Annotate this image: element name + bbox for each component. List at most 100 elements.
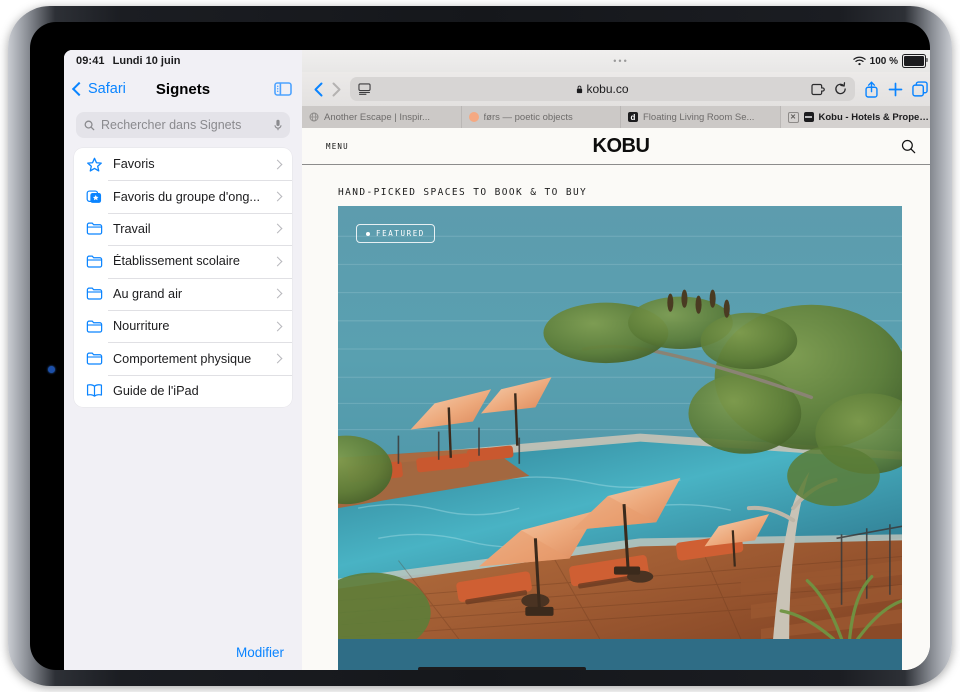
bookmark-label: Établissement scolaire (113, 254, 240, 269)
search-area: Rechercher dans Signets (64, 106, 302, 146)
bookmark-icon-wrap (84, 319, 104, 334)
search-icon (84, 120, 95, 130)
search-placeholder: Rechercher dans Signets (101, 118, 242, 132)
folder-icon (86, 320, 102, 333)
bookmark-row-0[interactable]: Favoris (74, 148, 292, 180)
page-tagline: HAND-PICKED SPACES TO BOOK & TO BUY (338, 187, 588, 198)
bookmark-row-5[interactable]: Nourriture (74, 309, 292, 342)
chevron-right-icon (272, 191, 283, 202)
site-logo[interactable]: KOBU (302, 135, 930, 158)
bookmark-label: Favoris (113, 157, 155, 172)
back-button[interactable] (314, 82, 323, 97)
browser-toolbar: kobu.co (302, 72, 930, 106)
hero-photo (338, 206, 902, 640)
bookmark-icon-wrap (84, 383, 104, 398)
device-bezel: 09:41 Lundi 10 juin Safari Signets Reche… (30, 22, 930, 670)
sidebar-nav-bar: Safari Signets (64, 72, 302, 106)
window-grabber[interactable]: ••• (302, 57, 930, 66)
ipad-screen: 09:41 Lundi 10 juin Safari Signets Reche… (64, 50, 930, 670)
site-menu-button[interactable]: MENU (326, 142, 349, 151)
tab-title: Floating Living Room Se... (643, 111, 755, 123)
bookmark-icon-wrap (84, 351, 104, 366)
browser-tab-2[interactable]: d Floating Living Room Se... (621, 106, 781, 128)
folder-icon (86, 352, 102, 365)
bookmark-icon-wrap (84, 157, 104, 172)
chevron-right-icon (272, 159, 283, 170)
folder-icon (86, 223, 102, 236)
reload-icon[interactable] (834, 82, 847, 96)
bookmark-label: Favoris du groupe d'ong... (113, 189, 261, 204)
letter-d-icon: d (628, 112, 638, 122)
share-icon[interactable] (864, 81, 879, 98)
bookmark-row-7[interactable]: Guide de l'iPad (74, 374, 292, 407)
status-bar-right: ••• 100 % (302, 50, 930, 72)
back-to-safari-button[interactable]: Safari (71, 81, 126, 97)
tab-close-icon[interactable]: ✕ (787, 111, 799, 123)
bookmark-icon-wrap (84, 254, 104, 269)
search-input[interactable]: Rechercher dans Signets (76, 112, 290, 138)
address-bar[interactable]: kobu.co (350, 77, 855, 101)
chevron-right-icon (272, 321, 283, 332)
web-page-content: MENU KOBU HAND-PICKED SPACES TO BOOK & T… (302, 128, 930, 670)
bookmark-icon-wrap (84, 286, 104, 301)
status-date: Lundi 10 juin (112, 55, 181, 67)
browser-tab-3[interactable]: ✕ Kobu - Hotels & Propert... (780, 106, 931, 128)
featured-badge-label: FEATURED (376, 229, 425, 238)
kobu-icon (803, 112, 814, 122)
sidebar-toggle-icon[interactable] (274, 82, 292, 96)
lock-icon (577, 85, 583, 93)
featured-badge: FEATURED (356, 224, 435, 243)
bookmark-label: Comportement physique (113, 351, 252, 366)
edit-bookmarks-button[interactable]: Modifier (236, 645, 284, 660)
ipad-device: 09:41 Lundi 10 juin Safari Signets Reche… (8, 6, 952, 686)
address-text-group: kobu.co (350, 82, 855, 96)
site-header: MENU KOBU (302, 128, 930, 165)
bookmark-label: Au grand air (113, 286, 183, 301)
bookmark-row-4[interactable]: Au grand air (74, 277, 292, 310)
bookmark-label: Guide de l'iPad (113, 383, 199, 398)
bookmark-row-3[interactable]: Établissement scolaire (74, 245, 292, 277)
bookmark-icon-wrap (84, 189, 104, 204)
browser-tab-0[interactable]: Another Escape | Inspir... (302, 106, 462, 128)
bezel-indicator-dot (48, 366, 55, 373)
folder-icon (86, 255, 102, 268)
bookmarks-sidebar: 09:41 Lundi 10 juin Safari Signets Reche… (64, 50, 302, 670)
browser-pane: ••• 100 % kobu.co Another Escape | Inspi… (302, 50, 930, 670)
home-indicator[interactable] (418, 667, 586, 670)
chevron-left-icon (71, 81, 87, 97)
status-time: 09:41 (76, 55, 105, 67)
battery-icon (902, 54, 928, 68)
extension-icon[interactable] (811, 83, 826, 96)
bookmark-icon-wrap (84, 221, 104, 236)
book-icon (86, 384, 102, 398)
microphone-icon[interactable] (274, 119, 282, 131)
browser-tab-1[interactable]: førs — poetic objects (462, 106, 621, 128)
bookmark-row-1[interactable]: Favoris du groupe d'ong... (74, 180, 292, 212)
chevron-right-icon (272, 256, 283, 267)
bookmark-label: Nourriture (113, 319, 170, 334)
site-search-icon[interactable] (901, 139, 916, 154)
status-bar-left: 09:41 Lundi 10 juin (64, 50, 302, 72)
back-label: Safari (88, 81, 126, 97)
plus-icon[interactable] (888, 82, 903, 97)
hero-image[interactable]: FEATURED (338, 206, 902, 670)
tab-title: Kobu - Hotels & Propert... (818, 111, 931, 123)
screenshot-root: 09:41 Lundi 10 juin Safari Signets Reche… (0, 0, 960, 692)
bookmarks-list: Favoris Favoris du groupe d'ong... Travail… (74, 148, 292, 408)
bookmark-row-6[interactable]: Comportement physique (74, 342, 292, 374)
chevron-right-icon (272, 224, 283, 234)
tab-title: førs — poetic objects (483, 111, 573, 123)
folder-icon (86, 287, 102, 300)
forward-button[interactable] (332, 82, 341, 97)
dot-icon (366, 231, 370, 236)
reader-view-icon[interactable] (358, 83, 371, 95)
shared-bookmarks-icon (86, 190, 101, 203)
url-text: kobu.co (586, 82, 629, 96)
chevron-right-icon (272, 288, 283, 299)
globe-icon (309, 112, 319, 122)
tab-strip: Another Escape | Inspir... førs — poetic … (302, 106, 930, 128)
bookmark-row-2[interactable]: Travail (74, 212, 292, 245)
star-icon (86, 157, 102, 172)
tab-title: Another Escape | Inspir... (324, 111, 430, 123)
tab-overview-icon[interactable] (912, 81, 928, 97)
